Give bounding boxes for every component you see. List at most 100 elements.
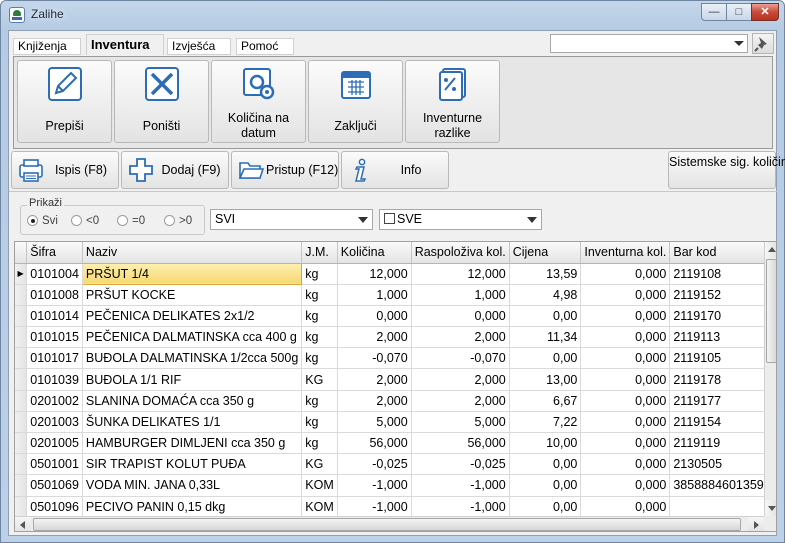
- table-cell[interactable]: 0,000: [580, 305, 671, 328]
- row-indicator[interactable]: [15, 368, 28, 391]
- col-kolicina-header[interactable]: Količina: [337, 242, 412, 264]
- table-row[interactable]: 0101017 BUĐOLA DALMATINSKA 1/2cca 500g kg -…: [15, 347, 776, 370]
- scroll-up-button[interactable]: [765, 242, 776, 258]
- col-naziv-header[interactable]: Naziv: [82, 242, 303, 264]
- table-cell[interactable]: KOM: [301, 474, 338, 497]
- table-cell[interactable]: 0,000: [580, 453, 671, 476]
- table-cell[interactable]: 11,34: [509, 326, 582, 349]
- row-indicator[interactable]: [15, 305, 28, 328]
- table-row[interactable]: 0201002 SLANINA DOMAĆA cca 350 g kg 2,000 2,…: [15, 390, 776, 412]
- table-cell[interactable]: BUĐOLA DALMATINSKA 1/2cca 500g: [82, 347, 303, 370]
- filter-combo-1[interactable]: SVI: [210, 209, 373, 230]
- ispis-button[interactable]: Ispis (F8): [11, 151, 119, 189]
- table-cell[interactable]: [669, 496, 776, 518]
- table-cell[interactable]: 2119105: [669, 347, 776, 370]
- table-cell[interactable]: 12,000: [337, 263, 412, 285]
- table-row[interactable]: 0101039 BUĐOLA 1/1 RIF KG 2,000 2,000 13,00 0,…: [15, 368, 776, 391]
- table-cell[interactable]: 0,00: [509, 453, 582, 476]
- row-indicator[interactable]: [15, 453, 28, 476]
- table-cell[interactable]: 2119177: [669, 390, 776, 412]
- table-cell[interactable]: KG: [301, 453, 338, 476]
- table-row[interactable]: 0201005 HAMBURGER DIMLJENI cca 350 g kg 56,…: [15, 432, 776, 455]
- row-indicator[interactable]: [15, 411, 28, 434]
- scroll-down-button[interactable]: [765, 500, 776, 516]
- table-cell[interactable]: 0,000: [337, 305, 412, 328]
- table-cell[interactable]: -0,025: [337, 453, 412, 476]
- table-cell[interactable]: -0,070: [411, 347, 510, 370]
- table-cell[interactable]: 0,00: [509, 474, 582, 497]
- table-cell[interactable]: VODA MIN. JANA 0,33L: [82, 474, 303, 497]
- table-cell[interactable]: 0,000: [580, 432, 671, 455]
- prepisi-button[interactable]: Prepiši: [17, 60, 112, 143]
- kolicina-na-datum-button[interactable]: Količina na datum: [211, 60, 306, 143]
- horizontal-scroll-thumb[interactable]: [33, 518, 741, 531]
- table-cell[interactable]: 0,000: [580, 284, 671, 306]
- table-cell[interactable]: -1,000: [411, 496, 510, 518]
- vertical-scroll-thumb[interactable]: [766, 259, 776, 363]
- table-row[interactable]: 0501001 SIR TRAPIST KOLUT PUĐA KG -0,025 -0,…: [15, 453, 776, 476]
- table-cell[interactable]: 0,00: [509, 305, 582, 328]
- tab-knjizenja[interactable]: Knjiženja: [13, 38, 81, 55]
- info-button[interactable]: Info: [341, 151, 449, 189]
- table-cell[interactable]: 0,000: [580, 411, 671, 434]
- table-cell[interactable]: 10,00: [509, 432, 582, 455]
- table-cell[interactable]: -1,000: [337, 474, 412, 497]
- maximize-button[interactable]: □: [726, 3, 752, 21]
- table-cell[interactable]: 1,000: [337, 284, 412, 306]
- radio-less-zero[interactable]: <0: [71, 215, 99, 227]
- table-cell[interactable]: 2,000: [337, 368, 412, 391]
- table-cell[interactable]: 2119108: [669, 263, 776, 285]
- row-indicator[interactable]: [15, 347, 28, 370]
- table-row[interactable]: ▶ 0101004 PRŠUT 1/4 kg 12,000 12,000 13,59 0,00…: [15, 262, 776, 285]
- table-cell[interactable]: 6,67: [509, 390, 582, 412]
- table-cell[interactable]: 0,000: [411, 305, 510, 328]
- col-jm-header[interactable]: J.M.: [301, 242, 338, 264]
- table-cell[interactable]: 2130505: [669, 453, 776, 476]
- table-cell[interactable]: -0,025: [411, 453, 510, 476]
- table-cell[interactable]: KG: [301, 368, 338, 391]
- table-cell[interactable]: 2119152: [669, 284, 776, 306]
- table-row[interactable]: 0501096 PECIVO PANIN 0,15 dkg KOM -1,000 -1,…: [15, 496, 776, 518]
- row-indicator[interactable]: [15, 474, 28, 497]
- table-cell[interactable]: 2,000: [411, 368, 510, 391]
- row-indicator[interactable]: ▶: [15, 263, 28, 285]
- table-cell[interactable]: 3858884601359: [669, 474, 776, 497]
- row-indicator[interactable]: [15, 390, 28, 412]
- inventurne-razlike-button[interactable]: Inventurne razlike: [405, 60, 500, 143]
- table-cell[interactable]: 0501096: [26, 496, 83, 518]
- table-cell[interactable]: kg: [301, 305, 338, 328]
- table-cell[interactable]: 0,000: [580, 326, 671, 349]
- table-cell[interactable]: 2119154: [669, 411, 776, 434]
- table-cell[interactable]: SIR TRAPIST KOLUT PUĐA: [82, 453, 303, 476]
- col-barkod-header[interactable]: Bar kod: [669, 242, 776, 264]
- radio-equal-zero[interactable]: =0: [117, 215, 145, 227]
- table-cell[interactable]: kg: [301, 284, 338, 306]
- table-cell[interactable]: kg: [301, 326, 338, 349]
- table-cell[interactable]: 0201002: [26, 390, 83, 412]
- col-sifra-header[interactable]: Šifra: [26, 242, 83, 264]
- vertical-scrollbar[interactable]: [764, 242, 776, 516]
- table-cell[interactable]: 0,000: [580, 263, 671, 285]
- table-row[interactable]: 0101014 PEČENICA DELIKATES 2x1/2 kg 0,000 0,…: [15, 305, 776, 328]
- table-cell[interactable]: kg: [301, 263, 338, 285]
- table-cell[interactable]: SLANINA DOMAĆA cca 350 g: [82, 390, 303, 412]
- zakljuci-button[interactable]: Zaključi: [308, 60, 403, 143]
- table-cell[interactable]: 0201003: [26, 411, 83, 434]
- table-cell[interactable]: 5,000: [337, 411, 412, 434]
- top-combo[interactable]: [550, 34, 748, 53]
- table-cell[interactable]: 0101017: [26, 347, 83, 370]
- table-cell[interactable]: ŠUNKA DELIKATES 1/1: [82, 411, 303, 434]
- table-cell[interactable]: 1,000: [411, 284, 510, 306]
- table-cell[interactable]: kg: [301, 432, 338, 455]
- table-cell[interactable]: 56,000: [337, 432, 412, 455]
- table-cell[interactable]: 0,000: [580, 496, 671, 518]
- ponisti-button[interactable]: Poništi: [114, 60, 209, 143]
- table-cell[interactable]: 5,000: [411, 411, 510, 434]
- table-cell[interactable]: -0,070: [337, 347, 412, 370]
- table-cell[interactable]: 0101015: [26, 326, 83, 349]
- pristup-button[interactable]: Pristup (F12): [231, 151, 339, 189]
- table-row[interactable]: 0501069 VODA MIN. JANA 0,33L KOM -1,000 -1,0…: [15, 474, 776, 497]
- title-bar[interactable]: Zalihe — □ ✕: [1, 1, 784, 29]
- scroll-right-button[interactable]: [748, 517, 764, 531]
- table-cell[interactable]: PRŠUT 1/4: [81, 262, 303, 285]
